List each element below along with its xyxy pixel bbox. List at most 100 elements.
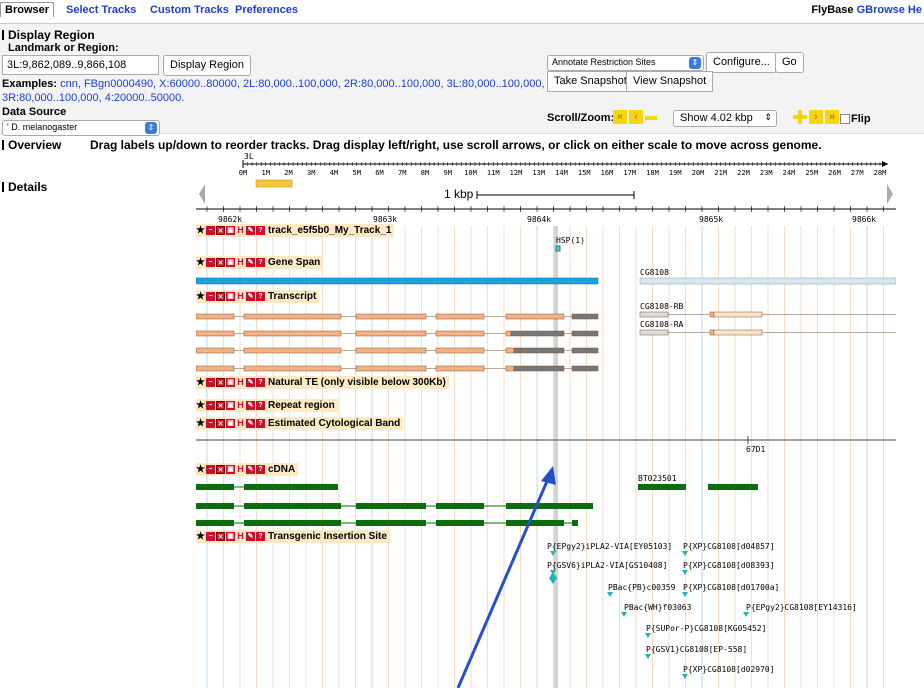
track-name: Gene Span bbox=[268, 257, 321, 268]
wrench-icon[interactable]: ✎ bbox=[246, 378, 255, 387]
star-icon[interactable]: ★ bbox=[196, 532, 205, 542]
share-icon[interactable]: ▣ bbox=[226, 378, 235, 387]
close-icon[interactable]: ✕ bbox=[216, 419, 225, 428]
track-label-cyto[interactable]: ★ − ✕ ▣ H ✎? Estimated Cytological Band bbox=[196, 417, 404, 430]
tab-preferences[interactable]: Preferences bbox=[235, 4, 298, 16]
close-icon[interactable]: ✕ bbox=[216, 378, 225, 387]
scroll-left-icon[interactable]: ‹ bbox=[629, 110, 643, 124]
help-icon[interactable]: ? bbox=[256, 258, 265, 267]
transcript-ra-label: CG8108-RA bbox=[640, 320, 684, 329]
minus-icon[interactable]: − bbox=[206, 465, 215, 474]
close-icon[interactable]: ✕ bbox=[216, 292, 225, 301]
landmark-input[interactable]: 3L:9,862,089..9,866,108 bbox=[2, 55, 159, 75]
share-icon[interactable]: ▣ bbox=[226, 226, 235, 235]
close-icon[interactable]: ✕ bbox=[216, 532, 225, 541]
resize-icon[interactable]: H bbox=[236, 465, 245, 474]
star-icon[interactable]: ★ bbox=[196, 465, 205, 475]
ruler-label: 9866k bbox=[852, 215, 876, 224]
wrench-icon[interactable]: ✎ bbox=[246, 226, 255, 235]
region-marker bbox=[255, 179, 293, 188]
close-icon[interactable]: ✕ bbox=[216, 465, 225, 474]
track-label-custom[interactable]: ★ − ✕ ▣ H ✎? track_e5f5b0_My_Track_1 bbox=[196, 224, 395, 237]
annotate-select[interactable]: Annotate Restriction Sites ⇕ bbox=[547, 55, 704, 71]
track-label-repeat[interactable]: ★ − ✕ ▣ H ✎? Repeat region bbox=[196, 399, 338, 412]
help-icon[interactable]: ? bbox=[256, 465, 265, 474]
resize-icon[interactable]: H bbox=[236, 532, 245, 541]
star-icon[interactable]: ★ bbox=[196, 292, 205, 302]
star-icon[interactable]: ★ bbox=[196, 401, 205, 411]
exon bbox=[713, 329, 763, 336]
help-icon[interactable]: ? bbox=[256, 419, 265, 428]
configure-button[interactable]: Configure... bbox=[706, 52, 777, 73]
flip-checkbox[interactable] bbox=[840, 114, 850, 124]
resize-icon[interactable]: H bbox=[236, 226, 245, 235]
wrench-icon[interactable]: ✎ bbox=[246, 465, 255, 474]
share-icon[interactable]: ▣ bbox=[226, 419, 235, 428]
zoom-level-select[interactable]: Show 4.02 kbp ⇕ bbox=[673, 110, 777, 127]
resize-icon[interactable]: H bbox=[236, 378, 245, 387]
wrench-icon[interactable]: ✎ bbox=[246, 258, 255, 267]
wrench-icon[interactable]: ✎ bbox=[246, 419, 255, 428]
tab-select-tracks[interactable]: Select Tracks bbox=[66, 4, 136, 16]
scroll-left-far-icon[interactable]: « bbox=[613, 110, 627, 124]
minus-icon[interactable]: − bbox=[206, 226, 215, 235]
help-icon[interactable]: ? bbox=[256, 226, 265, 235]
share-icon[interactable]: ▣ bbox=[226, 401, 235, 410]
insertion-marker bbox=[607, 592, 613, 597]
wrench-icon[interactable]: ✎ bbox=[246, 292, 255, 301]
track-label-gene-span[interactable]: ★ − ✕ ▣ H ✎? Gene Span bbox=[196, 256, 324, 269]
minus-icon[interactable]: − bbox=[206, 401, 215, 410]
resize-icon[interactable]: H bbox=[236, 292, 245, 301]
resize-icon[interactable]: H bbox=[236, 258, 245, 267]
star-icon[interactable]: ★ bbox=[196, 378, 205, 388]
minus-icon[interactable]: − bbox=[206, 292, 215, 301]
share-icon[interactable]: ▣ bbox=[226, 532, 235, 541]
track-label-transcript[interactable]: ★ − ✕ ▣ H ✎? Transcript bbox=[196, 290, 320, 303]
share-icon[interactable]: ▣ bbox=[226, 292, 235, 301]
exon bbox=[571, 365, 599, 372]
wrench-icon[interactable]: ✎ bbox=[246, 532, 255, 541]
overview-scale[interactable]: 3L 0M 1M 2M 3M 4M 5M 6M 7M 8M 9M 10M 11M 12M 13M 14M 15… bbox=[196, 150, 896, 178]
zoom-in-icon[interactable] bbox=[793, 110, 807, 124]
cdna-exon bbox=[196, 484, 234, 490]
resize-icon[interactable]: H bbox=[236, 419, 245, 428]
scroll-right-icon[interactable]: › bbox=[809, 110, 823, 124]
display-region-button[interactable]: Display Region bbox=[163, 55, 251, 76]
minus-icon[interactable]: − bbox=[206, 258, 215, 267]
help-icon[interactable]: ? bbox=[256, 401, 265, 410]
view-snapshot-button[interactable]: View Snapshot bbox=[626, 71, 714, 92]
minus-icon[interactable]: − bbox=[206, 532, 215, 541]
tab-browser[interactable]: Browser bbox=[0, 2, 55, 17]
track-label-transgenic[interactable]: ★ − ✕ ▣ H ✎? Transgenic Insertion Site bbox=[196, 530, 390, 543]
help-icon[interactable]: ? bbox=[256, 378, 265, 387]
track-label-natural-te[interactable]: ★ − ✕ ▣ H ✎? Natural TE (only visible below 3… bbox=[196, 376, 449, 389]
display-region-panel: Display Region Landmark or Region: 3L:9,… bbox=[0, 24, 924, 136]
examples-links-2[interactable]: 3R:80,000..100,000, 4:20000..50000. bbox=[2, 92, 184, 104]
examples-links[interactable]: cnn, FBgn0000490, X:60000..80000, 2L:80,… bbox=[60, 78, 544, 90]
tab-custom-tracks[interactable]: Custom Tracks bbox=[150, 4, 229, 16]
close-icon[interactable]: ✕ bbox=[216, 401, 225, 410]
gbrowse-help-link[interactable]: FlyBase GBrowse He bbox=[811, 4, 922, 16]
star-icon[interactable]: ★ bbox=[196, 226, 205, 236]
share-icon[interactable]: ▣ bbox=[226, 465, 235, 474]
close-icon[interactable]: ✕ bbox=[216, 226, 225, 235]
zoom-out-icon[interactable] bbox=[645, 116, 657, 120]
go-button[interactable]: Go bbox=[775, 52, 804, 73]
track-label-cdna[interactable]: ★ − ✕ ▣ H ✎? cDNA bbox=[196, 463, 299, 476]
wrench-icon[interactable]: ✎ bbox=[246, 401, 255, 410]
minus-icon[interactable]: − bbox=[206, 378, 215, 387]
close-icon[interactable]: ✕ bbox=[216, 258, 225, 267]
data-source-select[interactable]: ' D. melanogaster ⇕ bbox=[2, 120, 160, 136]
help-icon[interactable]: ? bbox=[256, 532, 265, 541]
scroll-right-far-icon[interactable]: » bbox=[825, 110, 839, 124]
take-snapshot-button[interactable]: Take Snapshot bbox=[547, 71, 634, 92]
exon bbox=[505, 347, 515, 354]
track-name: track_e5f5b0_My_Track_1 bbox=[268, 225, 392, 236]
help-icon[interactable]: ? bbox=[256, 292, 265, 301]
minus-icon[interactable]: − bbox=[206, 419, 215, 428]
resize-icon[interactable]: H bbox=[236, 401, 245, 410]
star-icon[interactable]: ★ bbox=[196, 419, 205, 429]
exon bbox=[355, 365, 427, 372]
star-icon[interactable]: ★ bbox=[196, 258, 205, 268]
share-icon[interactable]: ▣ bbox=[226, 258, 235, 267]
